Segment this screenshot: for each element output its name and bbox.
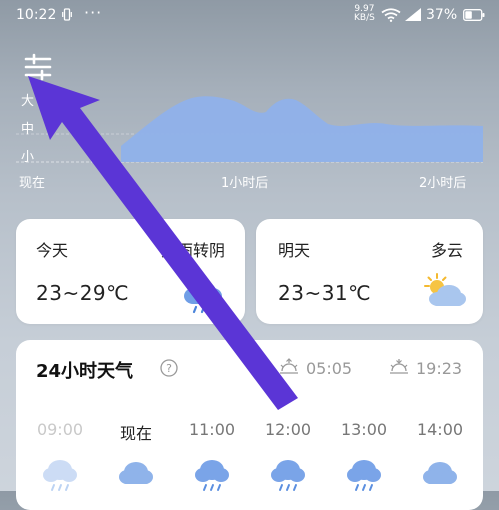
tomorrow-temp: 23~31℃ — [278, 281, 372, 305]
hour-label: 13:00 — [340, 420, 388, 439]
rain-cloud-icon — [347, 460, 381, 491]
today-temp: 23~29℃ — [36, 281, 130, 305]
sunset-time: 19:23 — [416, 359, 463, 378]
today-label: 今天 — [36, 241, 69, 260]
sunset-icon — [390, 359, 408, 374]
wifi-icon — [381, 8, 401, 22]
hourly-forecast-card: 24小时天气 ? 05:05 19:23 09:00 现在 11:00 12:0… — [16, 340, 483, 510]
time-1h: 1小时后 — [221, 176, 269, 191]
signal-icon — [405, 8, 421, 21]
cloud-icon — [119, 462, 153, 484]
hour-label: 09:00 — [36, 420, 84, 439]
hour-label-now: 现在 — [119, 424, 152, 443]
status-time: 10:22 — [16, 7, 57, 23]
battery-icon — [463, 9, 485, 21]
rain-cloud-icon — [271, 460, 305, 491]
today-card[interactable]: 今天 大雨转阴 23~29℃ — [16, 219, 245, 324]
tomorrow-condition: 多云 — [430, 241, 463, 260]
menu-icon[interactable] — [22, 52, 54, 82]
battery-percent: 37% — [426, 7, 458, 23]
rain-cloud-icon — [184, 281, 222, 314]
network-speed: 9.97 KB/S — [354, 5, 375, 23]
rain-cloud-icon — [43, 460, 77, 491]
today-condition: 大雨转阴 — [160, 241, 225, 260]
vibrate-icon — [62, 8, 72, 21]
partly-cloudy-icon — [424, 273, 466, 306]
cloud-icon — [423, 462, 457, 484]
sunrise-icon — [280, 358, 298, 374]
help-icon[interactable]: ? — [160, 359, 178, 377]
hour-label: 11:00 — [188, 420, 236, 439]
hour-label: 14:00 — [416, 420, 464, 439]
network-speed-unit: KB/S — [354, 13, 375, 23]
time-now: 现在 — [19, 176, 46, 191]
svg-text:?: ? — [166, 362, 172, 375]
precipitation-area — [16, 96, 483, 163]
precipitation-chart: 大 中 小 现在 1小时后 2小时后 — [16, 88, 483, 196]
status-bar: 10:22 ··· 9.97 KB/S 37% — [0, 0, 499, 32]
tomorrow-label: 明天 — [278, 241, 311, 260]
time-2h: 2小时后 — [419, 176, 467, 191]
level-medium: 中 — [21, 122, 35, 137]
hour-label: 12:00 — [264, 420, 312, 439]
level-heavy: 大 — [21, 94, 35, 109]
hourly-title: 24小时天气 — [36, 361, 134, 382]
rain-cloud-icon — [195, 460, 229, 491]
sunrise-time: 05:05 — [306, 359, 353, 378]
level-light: 小 — [21, 150, 35, 165]
tomorrow-card[interactable]: 明天 多云 23~31℃ — [256, 219, 483, 324]
more-notifications-icon: ··· — [84, 3, 103, 22]
